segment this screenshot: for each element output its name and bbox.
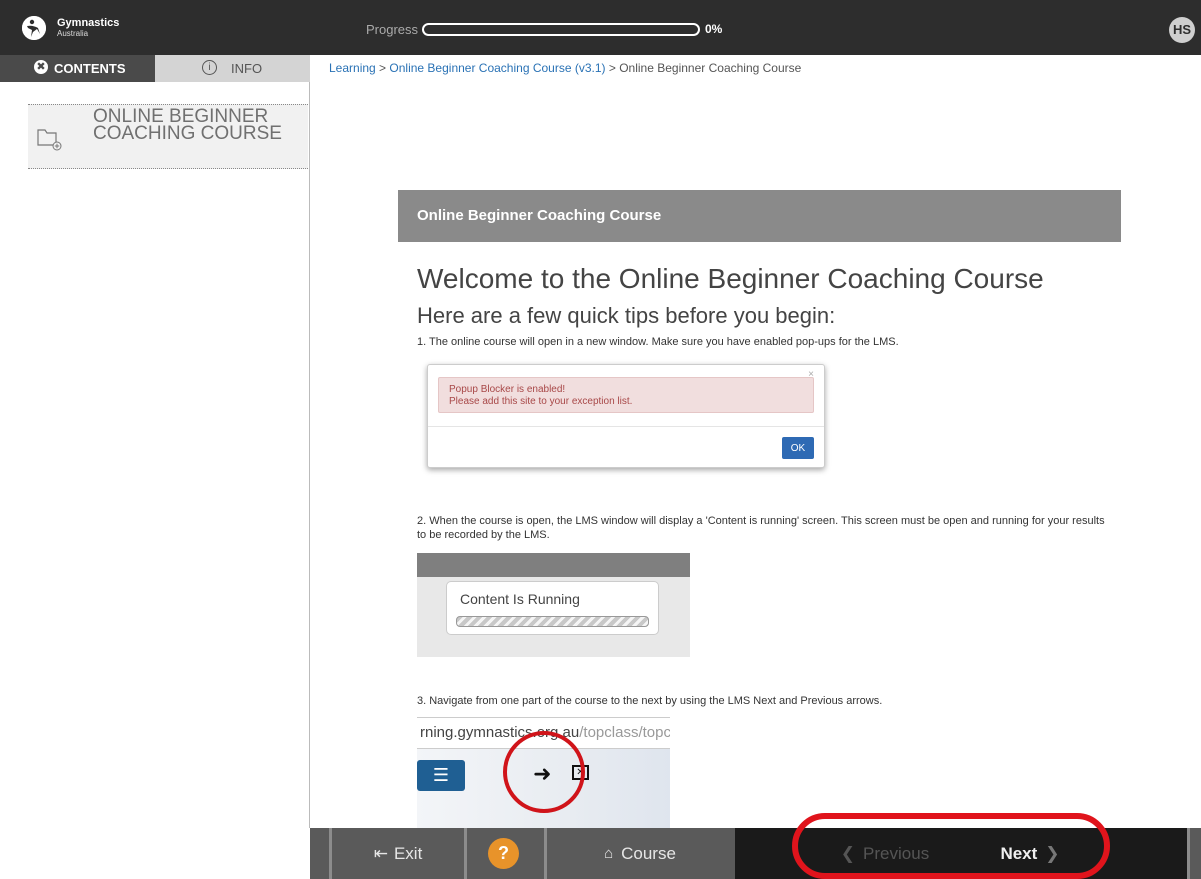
lms-page: Gymnastics Australia Progress 0% HS ✖ CO… [0, 0, 1201, 879]
user-avatar[interactable]: HS [1169, 17, 1195, 43]
progress-percent: 0% [705, 22, 723, 36]
home-icon: ⌂ [604, 845, 614, 862]
course-button[interactable]: ⌂ Course [547, 828, 733, 879]
info-icon: i [202, 60, 217, 75]
tab-info-label: INFO [231, 61, 263, 76]
divider [464, 828, 467, 879]
popup-alert-line1: Popup Blocker is enabled! [449, 384, 566, 395]
brand-name: Gymnastics Australia [57, 17, 120, 39]
tab-contents[interactable]: ✖ CONTENTS [0, 55, 155, 82]
folder-add-icon [36, 125, 62, 156]
exit-button[interactable]: ⇤ Exit [336, 828, 460, 879]
highlight-oval [792, 813, 1110, 879]
top-bar: Gymnastics Australia Progress 0% HS [0, 0, 1201, 55]
contents-sidebar: ONLINE BEGINNER COACHING COURSE [0, 82, 310, 828]
divider [329, 828, 332, 879]
content-running-image: Content Is Running [417, 553, 690, 657]
popup-alert-line2: Please add this site to your exception l… [449, 396, 633, 407]
list-menu-icon: ☰ [417, 760, 465, 791]
running-header-bar [417, 553, 690, 577]
tip-step-2: 2. When the course is open, the LMS wind… [417, 515, 1105, 541]
exit-label: Exit [393, 843, 423, 863]
panel-title: Online Beginner Coaching Course [398, 190, 1121, 242]
running-box: Content Is Running [446, 581, 659, 635]
brand-subtitle: Australia [57, 29, 89, 38]
breadcrumb-learning[interactable]: Learning [329, 61, 376, 75]
tab-info[interactable]: i INFO [155, 55, 310, 82]
sidebar-item-course[interactable]: ONLINE BEGINNER COACHING COURSE [28, 104, 308, 169]
tip-step-3: 3. Navigate from one part of the course … [417, 695, 883, 707]
breadcrumb-course-version[interactable]: Online Beginner Coaching Course (v3.1) [389, 61, 605, 75]
popup-blocker-image: × Popup Blocker is enabled! Please add t… [427, 364, 825, 468]
progress-label: Progress [366, 22, 419, 37]
help-button[interactable]: ? [488, 838, 519, 869]
ok-button: OK [782, 437, 814, 459]
running-progress-stripes [456, 616, 649, 627]
divider [428, 426, 824, 427]
breadcrumb-separator: > [375, 61, 390, 75]
popup-alert: Popup Blocker is enabled! Please add thi… [438, 377, 814, 413]
welcome-heading: Welcome to the Online Beginner Coaching … [417, 263, 1044, 294]
breadcrumb-separator: > [605, 61, 620, 75]
brand-title: Gymnastics [57, 17, 120, 29]
exit-icon: ⇤ [373, 843, 388, 863]
tip-step-1: 1. The online course will open in a new … [417, 336, 899, 348]
highlight-circle [503, 731, 585, 813]
breadcrumb-current: Online Beginner Coaching Course [619, 61, 802, 75]
breadcrumb: Learning > Online Beginner Coaching Cour… [329, 61, 801, 75]
progress-bar [422, 23, 700, 36]
close-circle-icon: ✖ [34, 60, 48, 74]
sidebar-item-label: ONLINE BEGINNER COACHING COURSE [93, 106, 282, 144]
running-text: Content Is Running [460, 591, 580, 607]
gymnastics-logo-icon [22, 16, 46, 40]
divider [1187, 828, 1190, 879]
tips-heading: Here are a few quick tips before you beg… [417, 303, 836, 328]
course-label: Course [621, 843, 676, 863]
tab-contents-label: CONTENTS [54, 61, 126, 76]
url-path: /topclass/topc [579, 724, 670, 741]
